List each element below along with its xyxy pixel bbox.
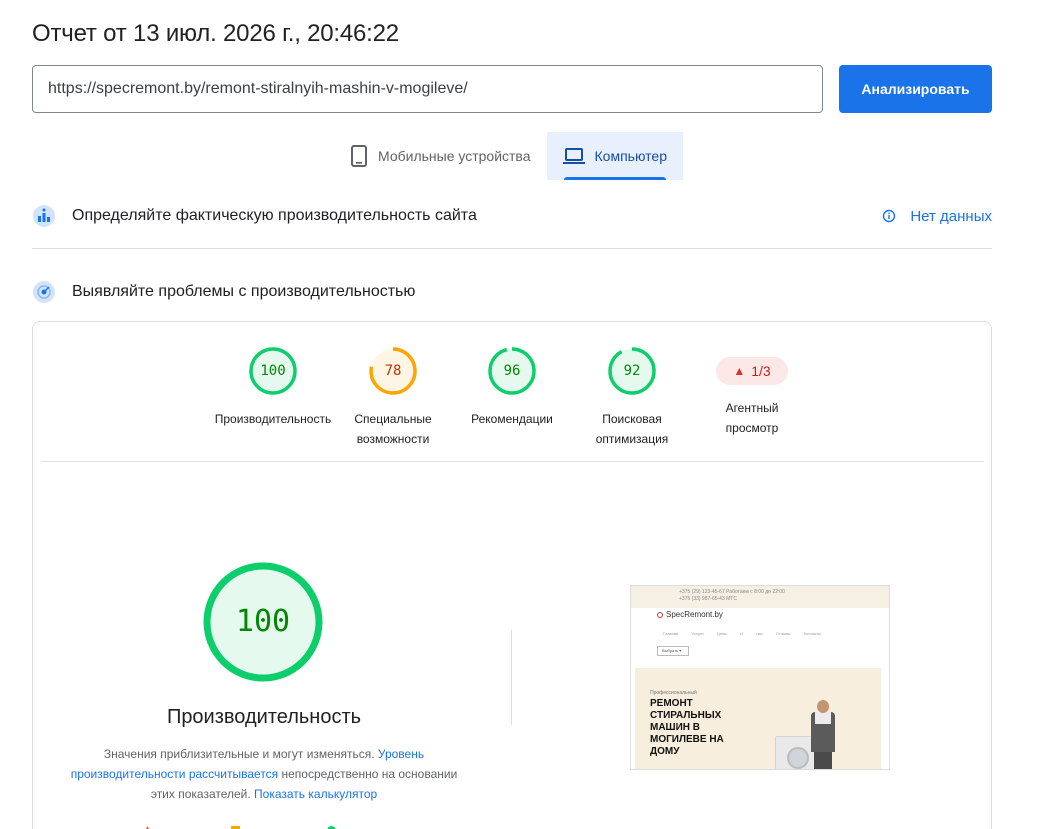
- url-input[interactable]: [32, 65, 823, 113]
- field-data-icon: [32, 204, 56, 228]
- report-title: Отчет от 13 июл. 2026 г., 20:46:22: [32, 20, 399, 47]
- gauge-label: Производительность: [214, 412, 332, 426]
- legend-row: [143, 824, 403, 829]
- gauge-score: 100: [260, 363, 286, 379]
- report-card: 100 Производительность 78 Специальные воз…: [32, 321, 992, 829]
- gauge-best-practices[interactable]: 96 Рекомендации: [447, 346, 577, 429]
- gauge-agentic[interactable]: ▲ 1/3 Агентный просмотр: [687, 346, 817, 438]
- agentic-score: 1/3: [751, 363, 771, 379]
- gauge-score: 96: [503, 363, 521, 379]
- screenshot-subtitle: Профессиональный: [650, 690, 697, 696]
- screenshot-heading: РЕМОНТ СТИРАЛЬНЫХ МАШИН В МОГИЛЕВЕ НА ДО…: [650, 698, 724, 757]
- gauge-score: 92: [623, 363, 641, 379]
- tab-desktop-label: Компьютер: [594, 148, 667, 164]
- field-data-label: Определяйте фактическую производительнос…: [72, 207, 477, 224]
- card-divider: [41, 461, 984, 462]
- performance-note: Значения приблизительные и могут изменят…: [70, 747, 458, 801]
- analyze-button[interactable]: Анализировать: [839, 65, 992, 113]
- performance-big-gauge: 100: [203, 562, 323, 682]
- warning-triangle-icon: ▲: [733, 364, 746, 378]
- laptop-icon: [562, 147, 585, 165]
- performance-title: Производительность: [166, 706, 362, 728]
- gauge-score: 78: [384, 363, 402, 379]
- screenshot-topbar: +375 (29) 123-45-67 Работаем с 8:00 до 2…: [631, 586, 889, 608]
- tab-mobile-label: Мобильные устройства: [378, 148, 531, 164]
- page-screenshot[interactable]: +375 (29) 123-45-67 Работаем с 8:00 до 2…: [630, 585, 890, 770]
- smartphone-icon: [350, 145, 368, 167]
- device-tabs: Мобильные устройства Компьютер: [334, 132, 683, 180]
- gauge-performance[interactable]: 100 Производительность: [208, 346, 338, 429]
- repairman-head: [817, 700, 829, 713]
- show-calculator-link[interactable]: Показать калькулятор: [254, 787, 377, 801]
- vertical-separator: [511, 630, 512, 725]
- gauge-label: Агентный просмотр: [725, 401, 779, 435]
- screenshot-logo: SpecRemont.by: [657, 610, 723, 619]
- no-data-label: Нет данных: [910, 207, 992, 225]
- gauge-seo[interactable]: 92 Поисковая оптимизация: [567, 346, 697, 449]
- screenshot-hero: Профессиональный РЕМОНТ СТИРАЛЬНЫХ МАШИН…: [635, 668, 881, 769]
- info-icon: [882, 209, 896, 223]
- gauge-ring: 78: [368, 346, 418, 396]
- lab-data-row: Выявляйте проблемы с производительностью: [32, 280, 992, 304]
- gauge-label: Поисковая оптимизация: [595, 412, 669, 446]
- gauge-ring: 96: [487, 346, 537, 396]
- repairman-shirt: [815, 712, 831, 724]
- lab-data-label: Выявляйте проблемы с производительностью: [72, 283, 416, 300]
- gauge-label: Рекомендации: [471, 412, 553, 426]
- tab-mobile[interactable]: Мобильные устройства: [334, 132, 547, 180]
- repairman-legs: [814, 752, 832, 769]
- screenshot-picker: Выбрать ▾: [657, 646, 689, 656]
- field-data-row: Определяйте фактическую производительнос…: [32, 204, 992, 228]
- gauge-ring: 100: [248, 346, 298, 396]
- performance-score: 100: [235, 604, 291, 639]
- gauge-label: Специальные возможности: [354, 412, 432, 446]
- gauge-ring: 92: [607, 346, 657, 396]
- no-data-link[interactable]: Нет данных: [882, 208, 992, 225]
- lab-data-icon: [32, 280, 56, 304]
- section-divider: [32, 248, 992, 249]
- tab-desktop[interactable]: Компьютер: [546, 132, 683, 180]
- agentic-badge: ▲ 1/3: [716, 357, 788, 385]
- gauge-accessibility[interactable]: 78 Специальные возможности: [328, 346, 458, 449]
- screenshot-nav: Главная Услуги Цены О нас Отзывы Контакт…: [663, 631, 821, 636]
